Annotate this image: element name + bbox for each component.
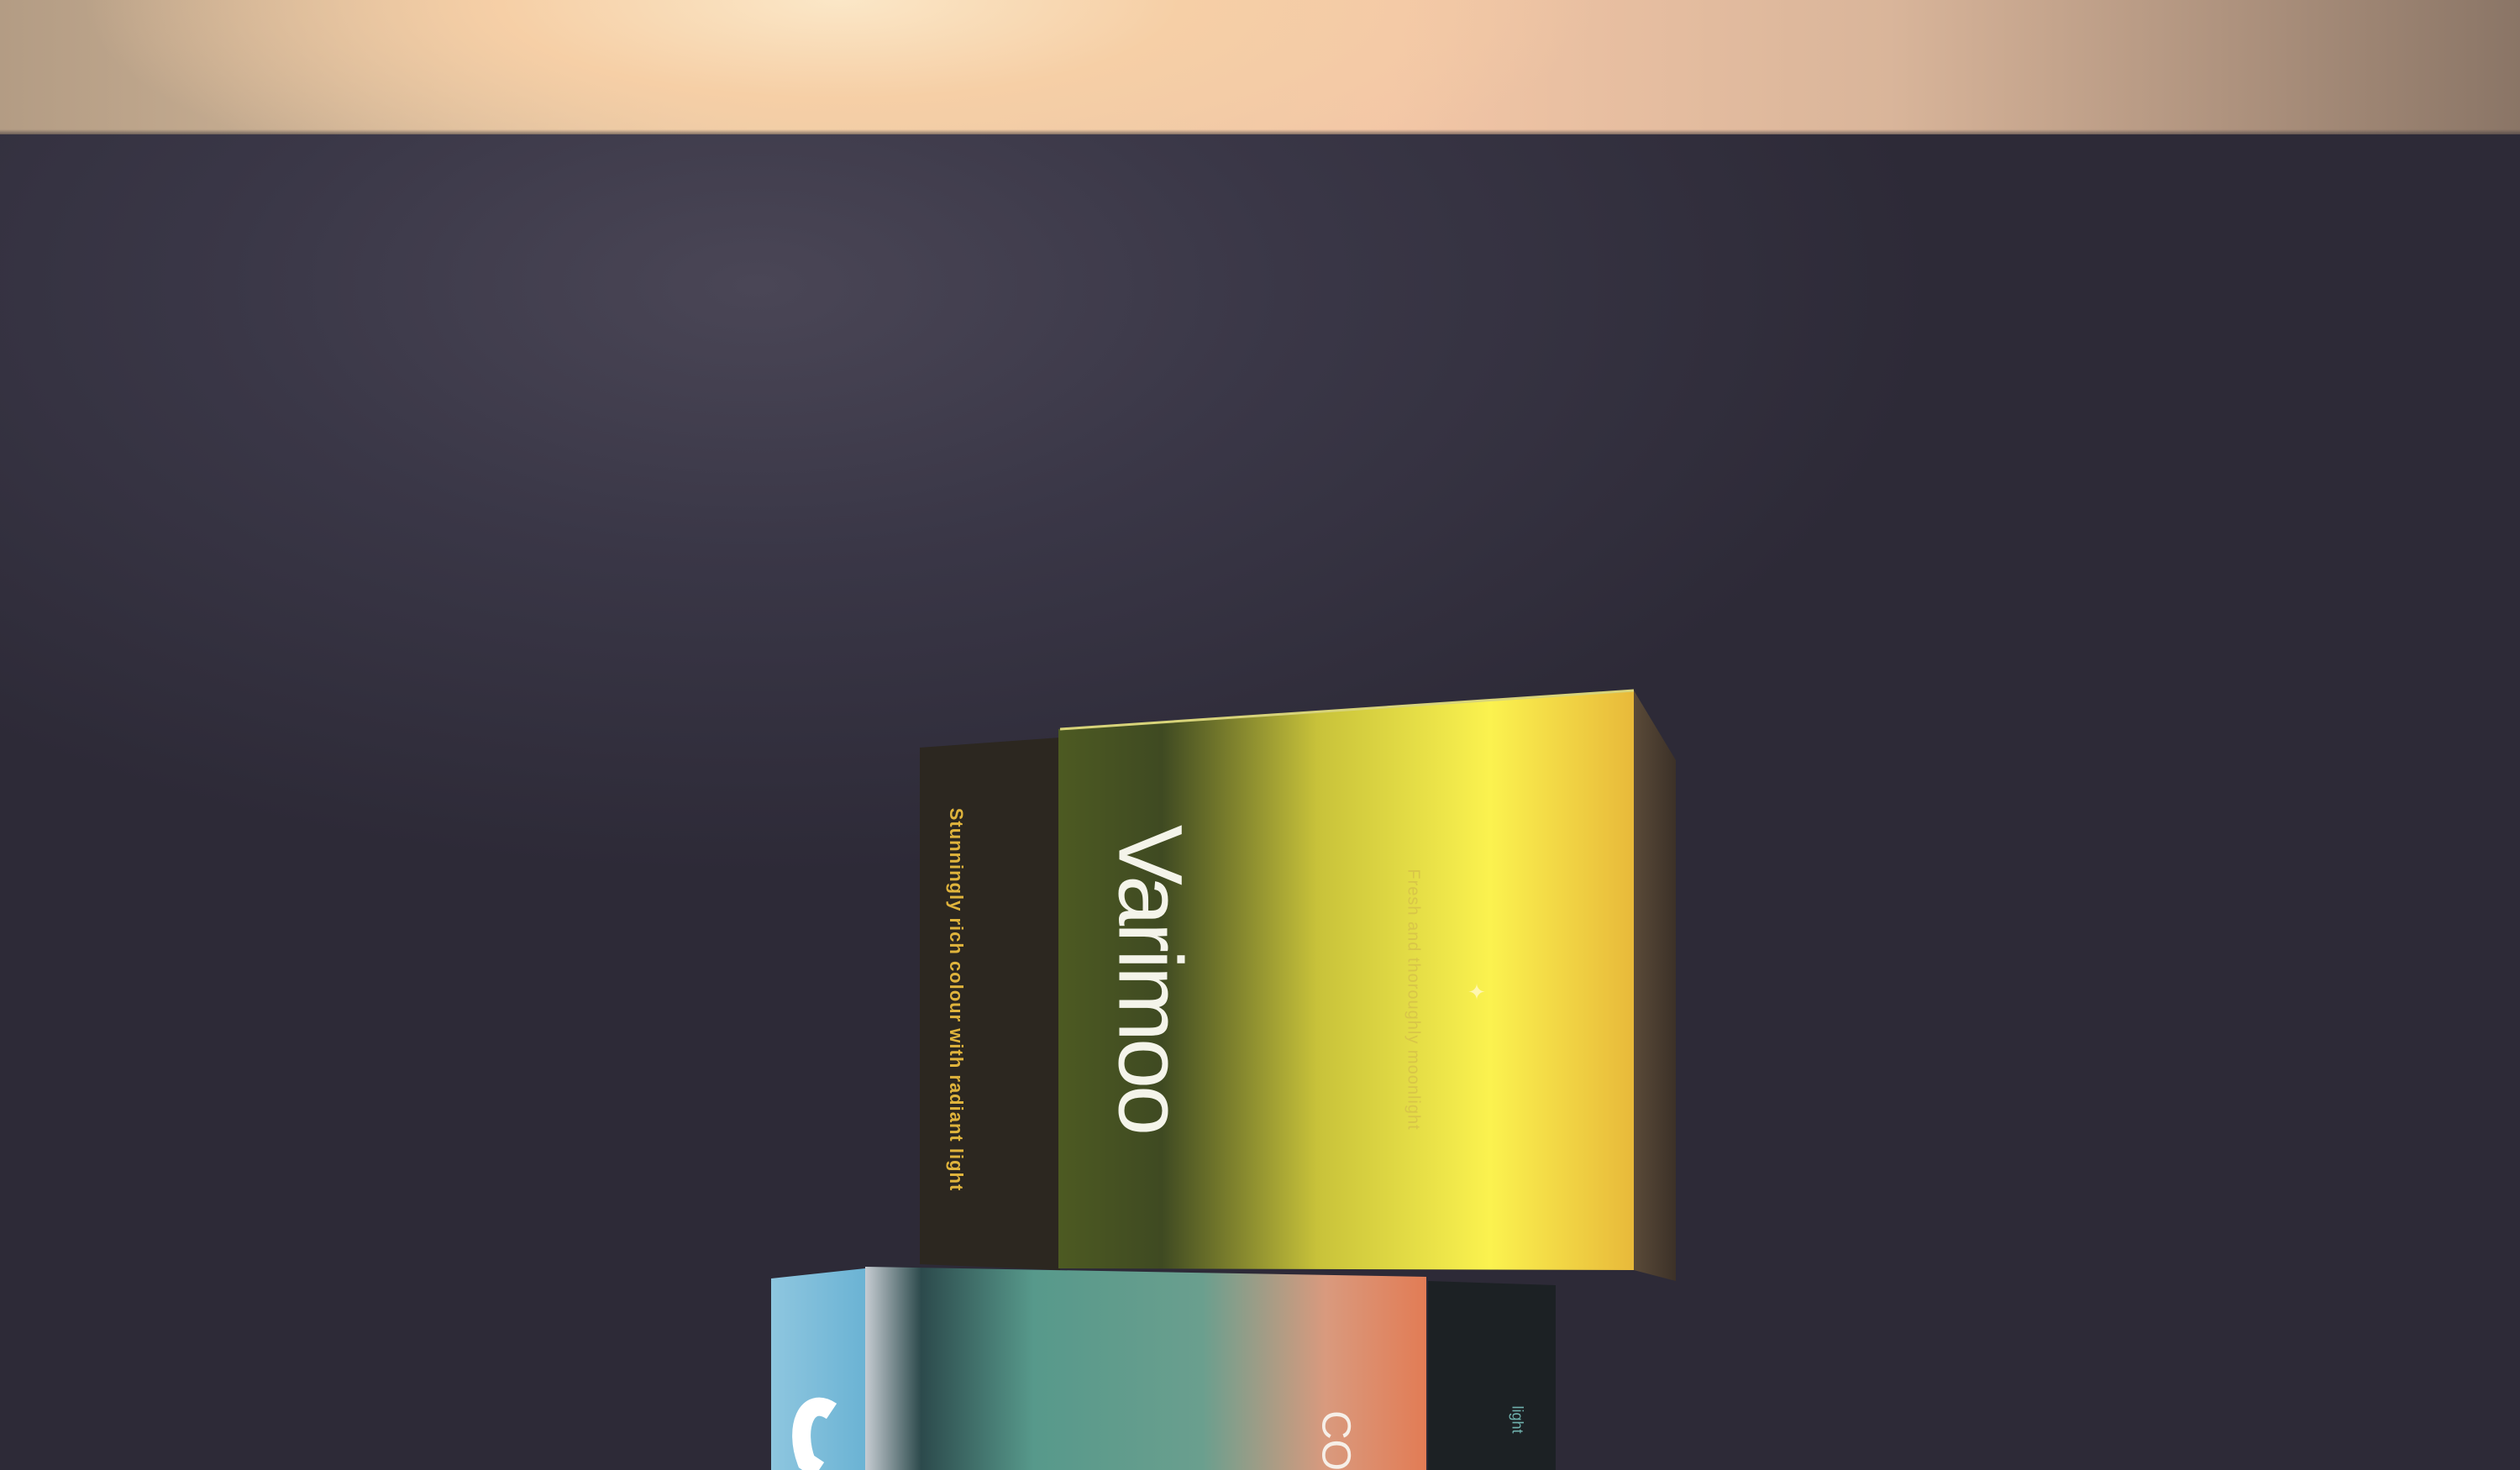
teal-box-side-caption: light bbox=[1509, 1405, 1526, 1434]
gold-box-right-side bbox=[1634, 690, 1676, 1281]
teal-box bbox=[771, 1267, 1556, 1470]
teal-box-left-side bbox=[771, 1268, 865, 1470]
star-icon: ✦ bbox=[1467, 979, 1486, 1005]
gold-box-side-caption: Stunningly rich colour with radiant ligh… bbox=[946, 807, 967, 1192]
teal-box-right-side bbox=[1428, 1281, 1556, 1470]
gold-box: ✦ bbox=[920, 689, 1676, 1281]
boxes-illustration: ✦ bbox=[771, 689, 1676, 1470]
brand-logo-text: Varimoo bbox=[1100, 824, 1202, 1133]
product-scene: ✦ Stunningly rich colour with radiant li… bbox=[0, 0, 2520, 1470]
gold-box-left-side bbox=[920, 738, 1060, 1270]
teal-box-logo-text: CO bbox=[1313, 1410, 1358, 1470]
gold-box-front-caption: Fresh and thoroughly moonlight bbox=[1404, 869, 1423, 1131]
